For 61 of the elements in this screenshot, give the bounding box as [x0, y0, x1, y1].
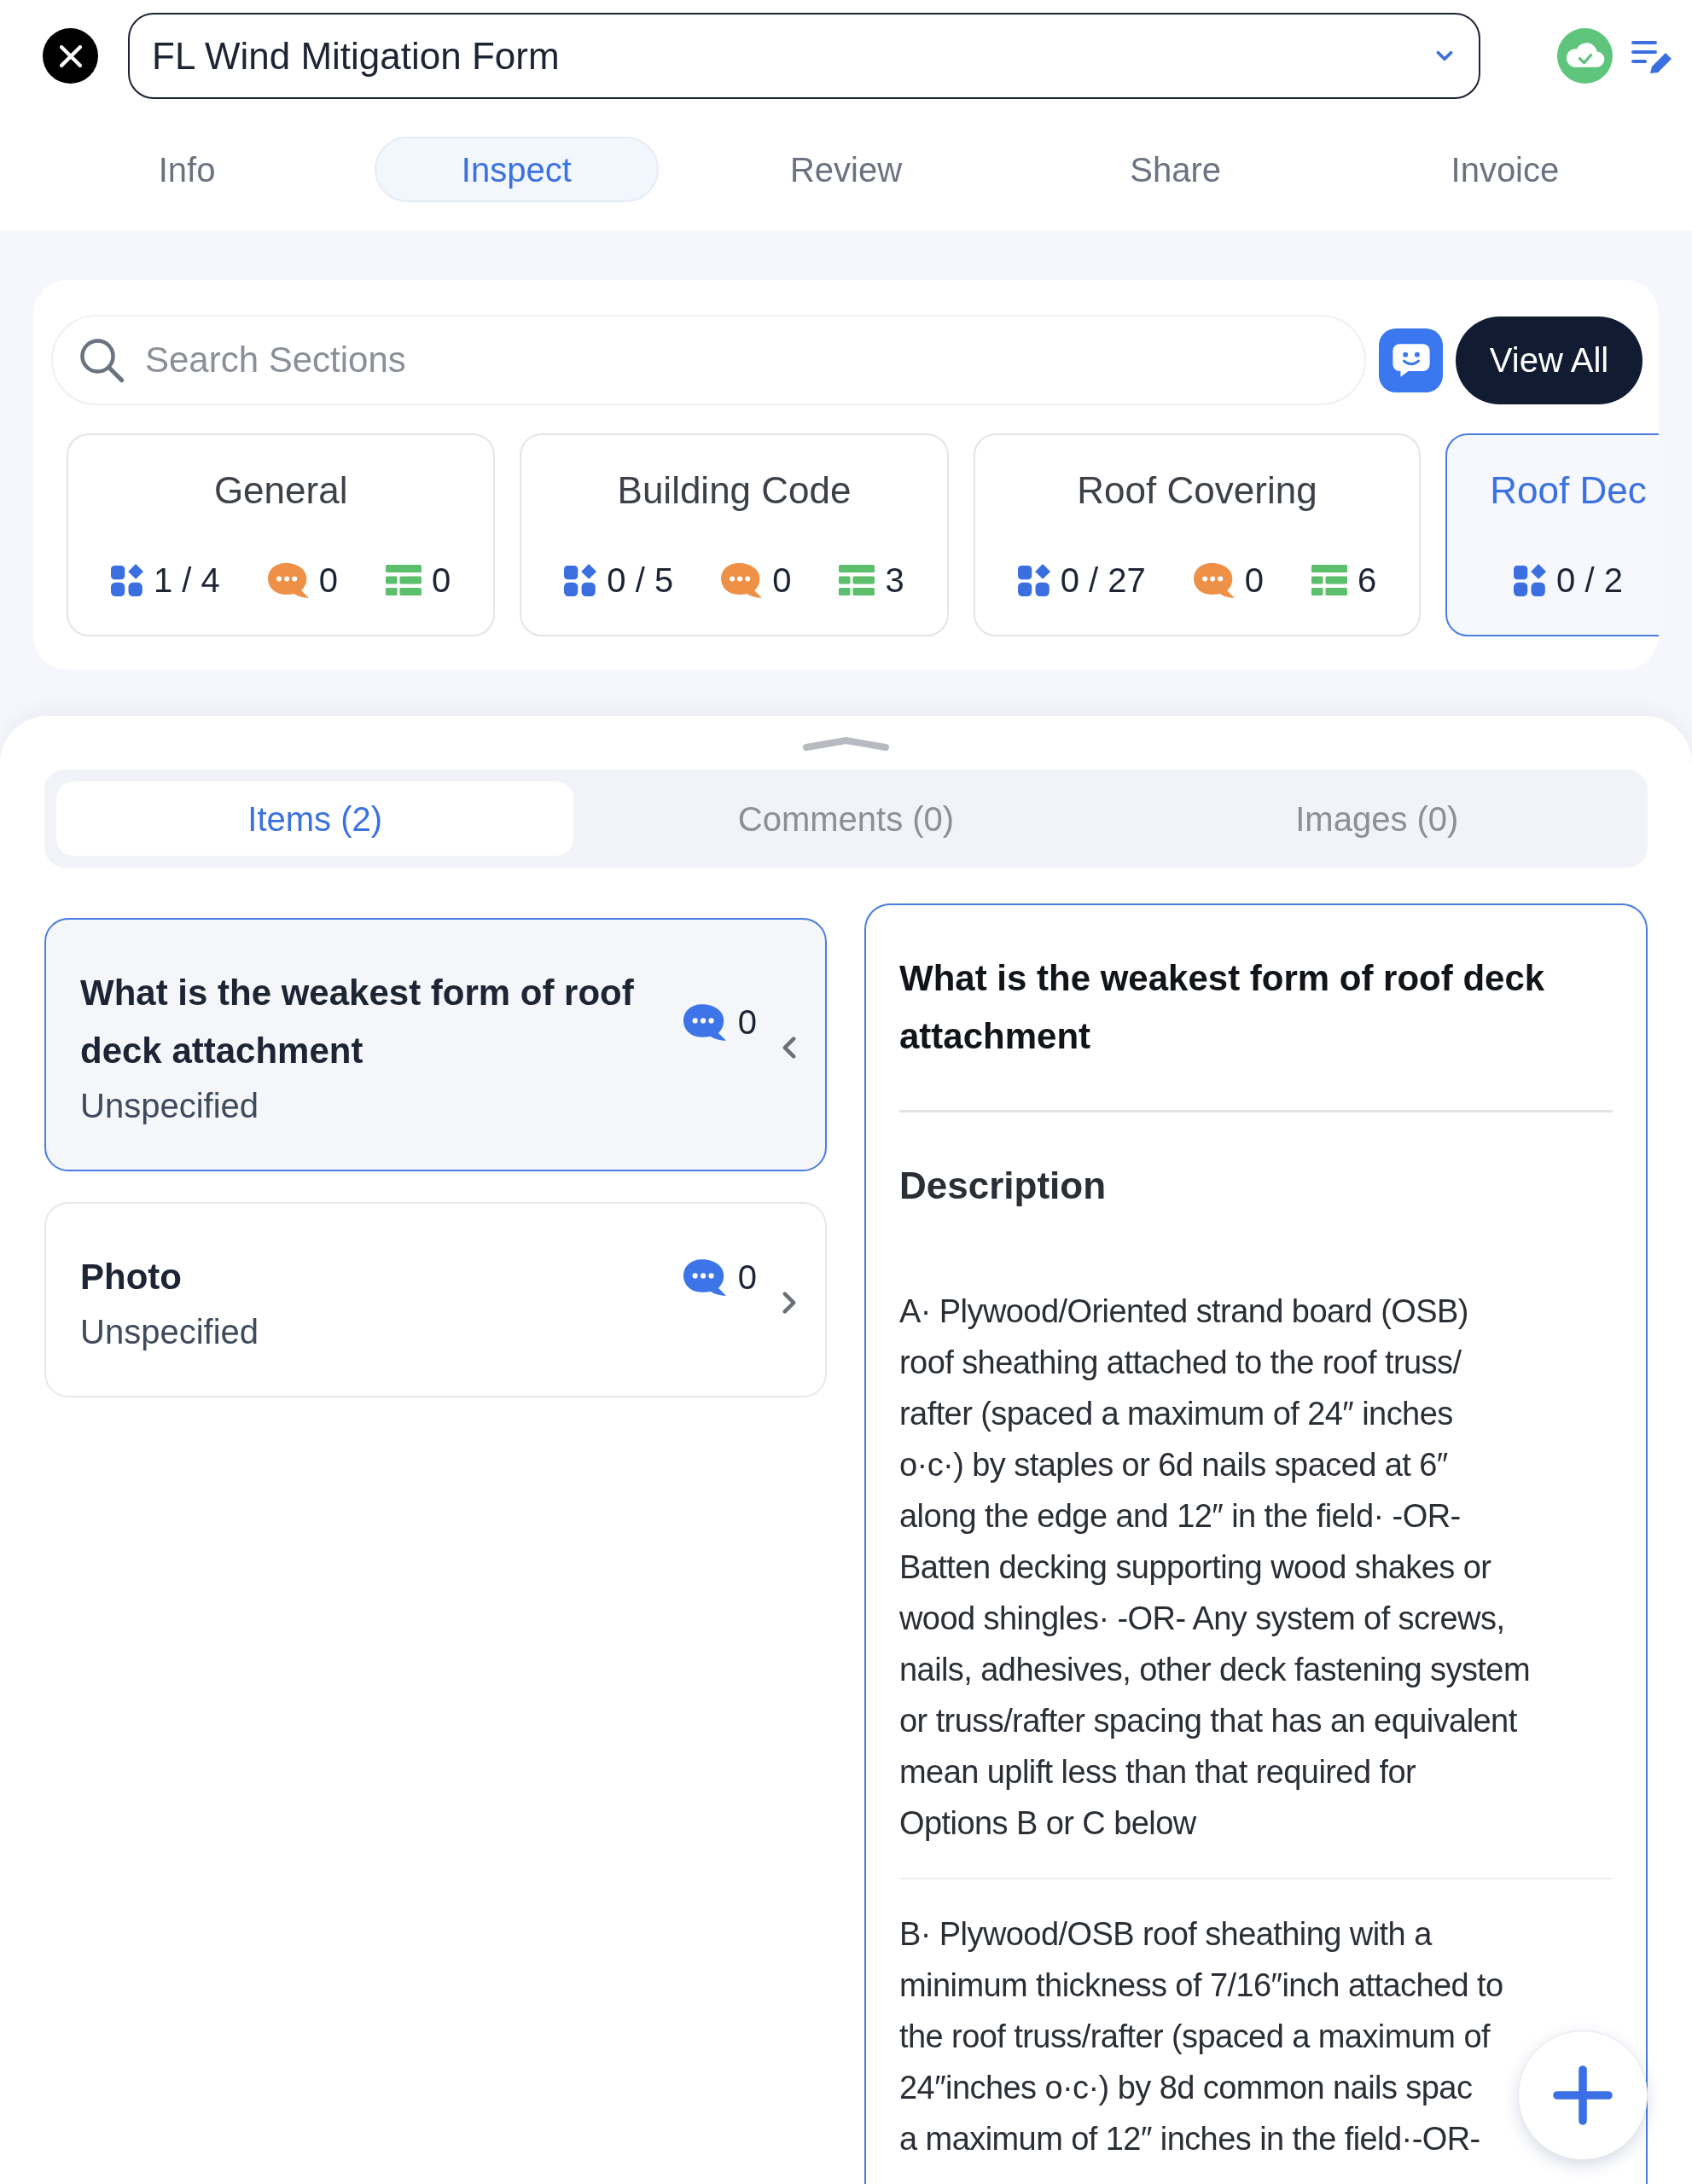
comment-count: 0	[318, 561, 339, 601]
chat-button[interactable]	[1379, 328, 1443, 392]
section-title: General	[213, 469, 348, 512]
shapes-grid-icon	[111, 564, 143, 596]
nav-tab[interactable]: Share	[1033, 136, 1318, 202]
description-paragraph: B· Plywood/OSB roof sheathing with a minimum thickness of 7/16″inch attached to the roof truss/rafter (spaced a maximum of 24″inches o·c·) by 8d common nails spac a maximum of 12″ inches in the field·-OR-	[899, 1915, 1503, 2158]
table-count: 6	[1358, 561, 1377, 601]
item-title: What is the weakest form of roof deck attachment	[80, 972, 635, 1072]
comment-count: 0	[737, 1002, 757, 1043]
nav-tab[interactable]: Review	[704, 136, 988, 202]
comment-count: 0	[772, 561, 792, 601]
shapes-grid-icon	[1514, 564, 1547, 596]
chevron-right-icon	[782, 1292, 796, 1314]
nav-tab[interactable]: Info	[44, 136, 329, 202]
progress-count: 0 / 5	[607, 561, 674, 601]
section-card[interactable]: Roof Dec 0 / 2	[1445, 433, 1659, 636]
nav-tab[interactable]: Inspect	[374, 136, 659, 202]
table-rows-icon	[1311, 565, 1347, 595]
comment-count: 0	[1244, 561, 1264, 601]
segment-tab[interactable]: Items (2)	[56, 781, 574, 856]
chevron-down-icon	[1436, 50, 1453, 61]
comment-icon	[1193, 562, 1235, 598]
comment-icon	[721, 562, 763, 598]
comment-icon	[683, 1003, 726, 1041]
view-all-button[interactable]: View All	[1456, 316, 1643, 404]
section-card[interactable]: Roof Covering 0 / 27 0 6	[973, 433, 1422, 636]
comment-count: 0	[737, 1258, 757, 1298]
close-icon	[59, 44, 82, 67]
section-card[interactable]: General 1 / 4 0 0	[67, 433, 496, 636]
section-title: Roof Dec	[1490, 469, 1647, 512]
section-title: Building Code	[617, 469, 852, 512]
description-paragraph: A· Plywood/Oriented strand board (OSB) roof sheathing attached to the roof truss/ rafter (spaced a maximum of 24″ inches o·c·) by staples or 6d nails spaced at 6″ along the edge and 12″ in the field· -OR- Batten decking supporting wood shakes or wood shingles· -OR- Any system of screws, nails, adhesives, other deck fastening system or truss/rafter spacing that has an equivalent mean uplift less than that required for Options B or C below	[899, 1292, 1530, 1843]
section-card[interactable]: Building Code 0 / 5 0 3	[520, 433, 949, 636]
table-count: 0	[432, 561, 451, 601]
cloud-check-icon[interactable]	[1557, 28, 1613, 84]
table-rows-icon	[386, 565, 422, 595]
drag-handle[interactable]	[803, 737, 889, 751]
item-card[interactable]: What is the weakest form of roof deck attachment 0 Unspecified	[44, 918, 827, 1171]
plus-icon	[1552, 2065, 1614, 2126]
description-heading: Description	[899, 1164, 1107, 1208]
item-title: Photo	[80, 1256, 183, 1298]
item-card[interactable]: Photo 0 Unspecified	[44, 1202, 827, 1397]
item-status: Unspecified	[80, 1312, 259, 1352]
progress-count: 1 / 4	[154, 561, 220, 601]
nav-tab[interactable]: Invoice	[1363, 136, 1648, 202]
chevron-left-icon	[782, 1037, 796, 1059]
search-icon	[78, 337, 125, 383]
shapes-grid-icon	[1017, 564, 1050, 596]
comment-icon	[267, 562, 309, 598]
progress-count: 0 / 27	[1060, 561, 1146, 601]
search-field[interactable]: Search Sections	[51, 315, 1366, 405]
comment-icon	[683, 1258, 726, 1296]
section-title: Roof Covering	[1077, 469, 1317, 512]
detail-title: What is the weakest form of roof deck attachment	[899, 957, 1546, 1058]
table-count: 3	[885, 561, 904, 601]
table-rows-icon	[839, 565, 875, 595]
form-select[interactable]: FL Wind Mitigation Form	[128, 13, 1480, 99]
item-status: Unspecified	[80, 1086, 259, 1126]
progress-count: 0 / 2	[1556, 561, 1623, 601]
shapes-grid-icon	[564, 564, 597, 596]
smiley-chat-icon	[1391, 342, 1431, 378]
